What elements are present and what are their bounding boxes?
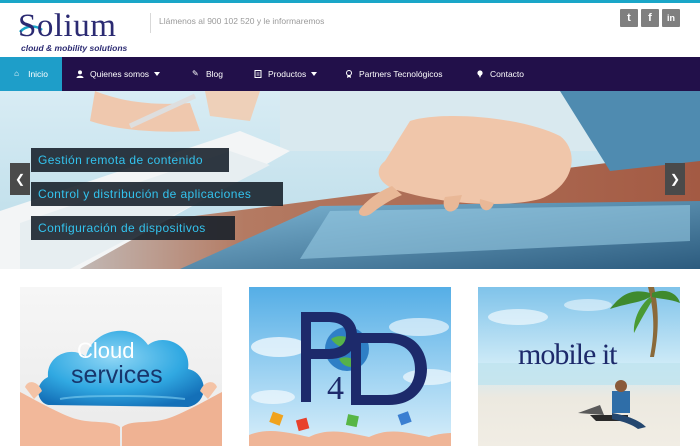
slider-next-button[interactable]: ❯ <box>665 163 685 195</box>
nav-item-productos[interactable]: Productos <box>254 57 318 91</box>
pin-icon <box>476 70 484 78</box>
chevron-down-icon <box>154 72 161 76</box>
mobile-it-text: mobile it <box>518 338 617 371</box>
p4d-logo-image: 4 <box>249 312 451 446</box>
nav-item-label: Inicio <box>28 69 48 79</box>
hero-caption-3: Configuración de dispositivos <box>31 216 235 240</box>
chevron-down-icon <box>311 72 318 76</box>
hero-caption-1: Gestión remota de contenido <box>31 148 229 172</box>
hero-caption-2: Control y distribución de aplicaciones <box>31 182 283 206</box>
nav-item-contacto[interactable]: Contacto <box>476 57 524 91</box>
logo-tagline: cloud & mobility solutions <box>21 43 128 53</box>
linkedin-icon[interactable]: in <box>662 9 680 27</box>
award-icon <box>345 70 353 78</box>
main-nav: ⌂ Inicio Quienes somos ✎ Blog Productos … <box>0 57 700 91</box>
home-icon: ⌂ <box>14 69 19 78</box>
card-mobile-it[interactable]: mobile it <box>478 287 680 446</box>
site-header: Solium cloud & mobility solutions Llámen… <box>0 3 700 57</box>
card-p4d[interactable]: 4 <box>249 287 451 446</box>
card-cloud-services[interactable]: Cloud services <box>20 287 222 446</box>
user-icon <box>76 70 84 78</box>
twitter-icon[interactable]: t <box>620 9 638 27</box>
nav-item-label: Productos <box>268 69 307 79</box>
nav-item-inicio[interactable]: ⌂ Inicio <box>0 57 62 91</box>
nav-item-partners[interactable]: Partners Tecnológicos <box>345 57 442 91</box>
nav-item-label: Quienes somos <box>90 69 150 79</box>
hero-photo <box>0 91 700 269</box>
solium-logo[interactable]: Solium cloud & mobility solutions <box>18 9 143 53</box>
pencil-icon: ✎ <box>192 69 199 78</box>
nav-item-quienes-somos[interactable]: Quienes somos <box>76 57 161 91</box>
nav-item-label: Blog <box>206 69 224 79</box>
nav-item-blog[interactable]: ✎ Blog <box>192 57 223 91</box>
phone-text: Llámenos al 900 102 520 y le informaremo… <box>159 16 325 26</box>
hero-slider: Gestión remota de contenido Control y di… <box>0 91 700 269</box>
facebook-icon[interactable]: f <box>641 9 659 27</box>
document-icon <box>254 70 262 78</box>
services-text: services <box>71 361 163 389</box>
svg-text:4: 4 <box>327 370 344 407</box>
logo-wordmark: Solium <box>18 8 117 44</box>
nav-item-label: Contacto <box>490 69 525 79</box>
nav-item-label: Partners Tecnológicos <box>359 69 443 79</box>
slider-prev-button[interactable]: ❮ <box>10 163 30 195</box>
header-divider <box>150 13 151 33</box>
